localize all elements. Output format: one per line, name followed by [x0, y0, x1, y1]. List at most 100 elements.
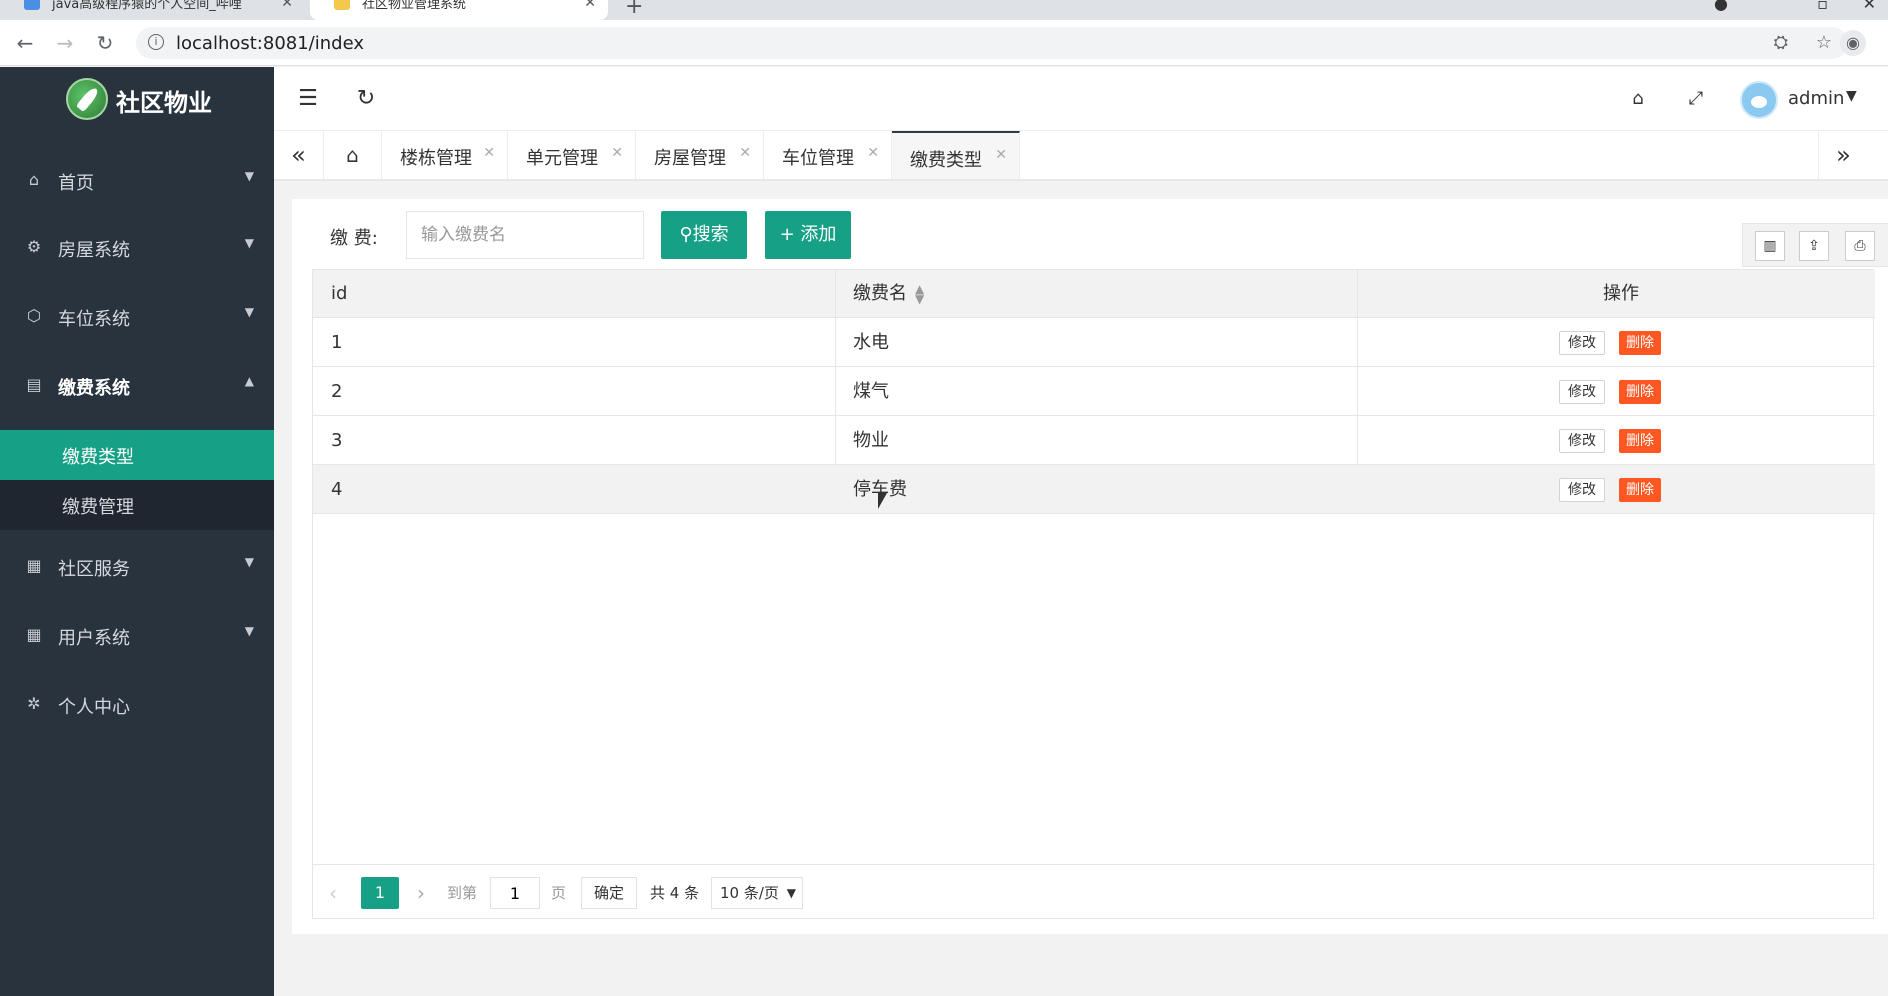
prev-page-icon[interactable]: ‹ — [329, 877, 337, 909]
current-page[interactable]: 1 — [361, 877, 399, 909]
cell-name: 煤气 — [853, 381, 889, 402]
grid-apps-icon: ▦ — [26, 625, 42, 644]
main-content: 缴 费: ⚲搜索 + 添加 ▥ ⇪ ⎙ id 缴费名 ▲▼ 操作 1 水电 修改 … — [292, 199, 1888, 934]
tab-unit[interactable]: 单元管理 ✕ — [508, 131, 636, 179]
caret-down-icon[interactable]: ▼ — [1846, 88, 1857, 104]
chevron-down-icon: ▼ — [244, 236, 254, 250]
columns-filter-icon[interactable]: ▥ — [1755, 231, 1785, 261]
sidebar-item-parking[interactable]: ⬡ 车位系统 ▼ — [0, 289, 274, 345]
close-icon[interactable]: ✕ — [867, 145, 879, 161]
browser-tab-bilibili[interactable]: java高级程序猿的个人空间_哔哩 ✕ — [0, 0, 305, 20]
delete-button[interactable]: 删除 — [1619, 331, 1661, 355]
cell-id: 4 — [331, 479, 343, 500]
bilibili-favicon-icon — [24, 0, 40, 10]
tab-label: 楼栋管理 — [400, 148, 472, 169]
sort-icon[interactable]: ▲ ▼ — [915, 283, 924, 305]
column-header-name[interactable]: 缴费名 ▲ ▼ — [853, 270, 924, 318]
sidebar-item-label: 首页 — [58, 173, 94, 194]
column-header-id[interactable]: id — [331, 270, 347, 318]
next-page-icon[interactable]: › — [417, 877, 425, 909]
chevron-down-icon: ▼ — [244, 305, 254, 319]
edit-button[interactable]: 修改 — [1559, 429, 1605, 453]
sidebar-item-users[interactable]: ▦ 用户系统 ▼ — [0, 608, 274, 664]
site-info-icon[interactable]: i — [148, 34, 164, 50]
delete-button[interactable]: 删除 — [1619, 429, 1661, 453]
tag-icon[interactable]: ⌂ — [1624, 85, 1652, 113]
delete-button[interactable]: 删除 — [1619, 380, 1661, 404]
tab-payment-type[interactable]: 缴费类型 ✕ — [892, 131, 1020, 179]
sidebar-item-payment[interactable]: ▤ 缴费系统 ▲ — [0, 358, 274, 414]
page-size-select[interactable]: 10 条/页 ▼ — [711, 877, 803, 909]
total-count: 共 4 条 — [650, 884, 700, 902]
close-icon[interactable]: ✕ — [739, 145, 751, 161]
edit-button[interactable]: 修改 — [1559, 380, 1605, 404]
tab-label: 房屋管理 — [654, 148, 726, 169]
delete-button[interactable]: 删除 — [1619, 478, 1661, 502]
close-icon[interactable]: ✕ — [611, 145, 623, 161]
edit-button[interactable]: 修改 — [1559, 478, 1605, 502]
tab-house[interactable]: 房屋管理 ✕ — [636, 131, 764, 179]
chevron-down-icon: ▼ — [786, 886, 796, 900]
tabs-scroll-left-icon[interactable]: « — [274, 131, 324, 179]
fullscreen-icon[interactable]: ⤢ — [1682, 85, 1710, 113]
sidebar-item-community-service[interactable]: ▦ 社区服务 ▼ — [0, 539, 274, 595]
menu-collapse-icon[interactable]: ☰ — [294, 85, 322, 113]
home-tab-icon[interactable]: ⌂ — [324, 131, 382, 179]
gear-icon: ⚙ — [26, 237, 42, 256]
print-icon[interactable]: ⎙ — [1845, 231, 1875, 261]
rocket-logo-icon — [66, 78, 108, 120]
goto-page-input[interactable] — [490, 877, 540, 909]
browser-tab-title: java高级程序猿的个人空间_哔哩 — [52, 0, 242, 12]
table-row[interactable]: 3 物业 修改 删除 — [313, 416, 1875, 465]
browser-tab-strip: java高级程序猿的个人空间_哔哩 ✕ 社区物业管理系统 ✕ + ● ▫ ✕ — [0, 0, 1888, 20]
tab-label: 单元管理 — [526, 148, 598, 169]
add-button-label: 添加 — [800, 224, 837, 245]
restore-icon[interactable]: ▫ — [1817, 0, 1828, 13]
tab-label: 车位管理 — [782, 148, 854, 169]
column-header-actions: 操作 — [1603, 283, 1639, 304]
submenu-item-payment-manage[interactable]: 缴费管理 — [0, 480, 274, 530]
tabs-scroll-right-icon[interactable]: » — [1818, 131, 1868, 179]
refresh-icon[interactable]: ↻ — [352, 85, 380, 113]
tab-building[interactable]: 楼栋管理 ✕ — [382, 131, 508, 179]
edit-button[interactable]: 修改 — [1559, 331, 1605, 355]
settings-cog-icon: ✲ — [27, 694, 41, 713]
add-button[interactable]: + 添加 — [765, 211, 851, 259]
close-icon[interactable]: ✕ — [995, 147, 1007, 163]
table-row[interactable]: 1 水电 修改 删除 — [313, 318, 1875, 367]
forward-arrow-icon[interactable]: → — [52, 30, 78, 56]
close-icon[interactable]: ✕ — [483, 145, 495, 161]
table-row[interactable]: 2 煤气 修改 删除 — [313, 367, 1875, 416]
sidebar-item-label: 车位系统 — [58, 309, 130, 330]
sidebar-item-profile[interactable]: ✲ 个人中心 — [0, 677, 274, 733]
window-close-icon[interactable]: ✕ — [1863, 0, 1876, 13]
translate-icon[interactable]: ⛭ — [1774, 32, 1788, 53]
submenu-item-payment-type[interactable]: 缴费类型 — [0, 430, 274, 480]
url-omnibox[interactable]: i localhost:8081/index ⛭ ☆ — [136, 27, 1848, 59]
home-icon: ⌂ — [28, 170, 40, 189]
back-arrow-icon[interactable]: ← — [12, 30, 38, 56]
sidebar-item-home[interactable]: ⌂ 首页 ▼ — [0, 153, 274, 209]
new-tab-plus-icon[interactable]: + — [625, 0, 643, 19]
close-icon[interactable]: ✕ — [281, 0, 293, 10]
reload-icon[interactable]: ↻ — [92, 30, 118, 56]
username[interactable]: admin — [1788, 88, 1844, 109]
url-text[interactable]: localhost:8081/index — [176, 33, 364, 54]
rocket-favicon-icon — [334, 0, 350, 10]
search-button[interactable]: ⚲搜索 — [661, 211, 747, 259]
table-row[interactable]: 4 停车费 修改 删除 — [313, 465, 1875, 514]
tab-parking[interactable]: 车位管理 ✕ — [764, 131, 892, 179]
grid-apps-icon: ▦ — [26, 556, 42, 575]
document-icon: ▤ — [26, 375, 42, 394]
bookmark-star-icon[interactable]: ☆ — [1816, 32, 1832, 53]
window-controls: ● ▫ ✕ — [1688, 0, 1888, 20]
confirm-button[interactable]: 确定 — [581, 877, 637, 909]
close-icon[interactable]: ✕ — [584, 0, 596, 10]
export-icon[interactable]: ⇪ — [1799, 231, 1829, 261]
avatar[interactable] — [1740, 81, 1778, 119]
browser-tab-active[interactable]: 社区物业管理系统 ✕ — [310, 0, 608, 20]
search-input[interactable] — [406, 211, 644, 259]
account-icon[interactable]: ● — [1714, 0, 1728, 13]
profile-avatar-icon[interactable]: ◉ — [1840, 30, 1866, 56]
sidebar-item-housing[interactable]: ⚙ 房屋系统 ▼ — [0, 220, 274, 276]
